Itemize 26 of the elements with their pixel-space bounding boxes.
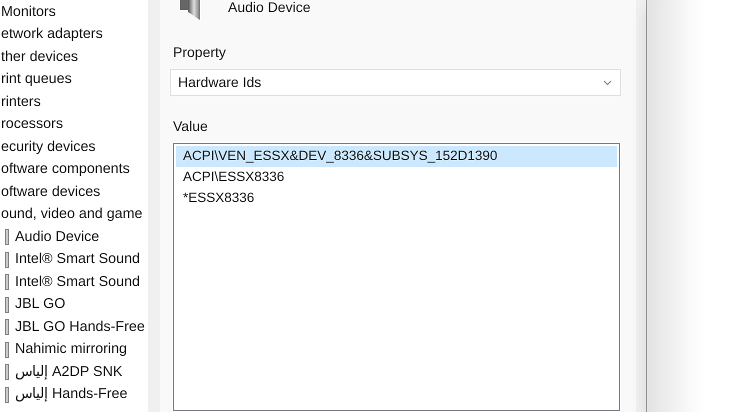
tree-item[interactable]: Nahimic mirroring xyxy=(15,339,128,360)
tree-item[interactable]: oftware devices xyxy=(0,182,102,203)
tree-item[interactable]: ound, video and game xyxy=(0,204,144,226)
tree-item[interactable]: rocessors xyxy=(0,114,64,136)
tree-item[interactable]: Audio Device xyxy=(15,226,100,248)
tree-item[interactable]: Monitors xyxy=(0,2,57,23)
tree-item[interactable]: JBL GO xyxy=(15,294,66,316)
list-item[interactable]: *ESSX8336 xyxy=(176,188,617,209)
field-label: Property xyxy=(173,43,227,62)
tree-item[interactable]: oftware components xyxy=(0,159,131,180)
tree-item[interactable]: إلياس A2DP SNK xyxy=(15,362,122,383)
chevron-down-icon xyxy=(603,80,612,86)
tree-item[interactable]: Intel® Smart Sound xyxy=(15,249,140,270)
tree-item[interactable]: JBL GO Hands-Free xyxy=(15,316,145,338)
tree-item[interactable]: etwork adapters xyxy=(0,24,104,46)
tree-item[interactable]: rint queues xyxy=(0,69,73,90)
device-name: Audio Device xyxy=(228,0,310,16)
tree-item[interactable]: ecurity devices xyxy=(0,136,97,158)
field-label: Value xyxy=(173,117,209,136)
tree-item[interactable]: ther devices xyxy=(0,46,80,68)
property-dropdown[interactable]: Hardware Ids xyxy=(170,69,621,96)
tree-item[interactable]: Intel® Smart Sound xyxy=(15,272,140,293)
tree-item[interactable]: إلياس Hands-Free xyxy=(15,384,128,406)
list-item[interactable]: ACPI\VEN_ESSX&DEV_8336&SUBSYS_152D1390 xyxy=(176,146,617,167)
tree-item[interactable]: rinters xyxy=(0,92,42,113)
list-item[interactable]: ACPI\ESSX8336 xyxy=(176,167,617,188)
